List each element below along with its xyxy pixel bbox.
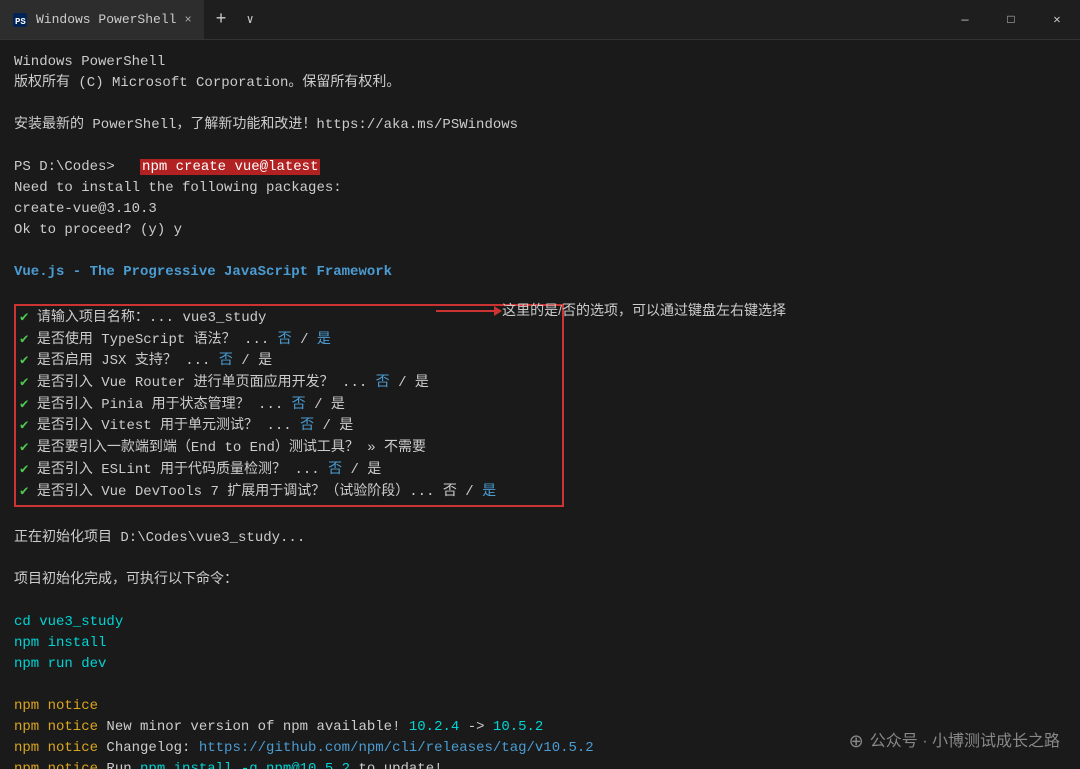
annotation-text: 这里的是/否的选项，可以通过键盘左右键选择	[502, 300, 786, 321]
question-jsx: ✔ 是否启用 JSX 支持？ ... 否 / 是	[20, 351, 558, 373]
output-cmd-run: npm run dev	[14, 654, 1066, 675]
vue-framework-title: Vue.js - The Progressive JavaScript Fram…	[14, 262, 1066, 283]
prompt-line-1: PS D:\Codes> npm create vue@latest	[14, 157, 1066, 178]
tab-title: Windows PowerShell	[36, 12, 176, 27]
terminal-output[interactable]: Windows PowerShell 版权所有 (C) Microsoft Co…	[0, 40, 1080, 769]
question-router: ✔ 是否引入 Vue Router 进行单页面应用开发？ ... 否 / 是	[20, 373, 558, 395]
blank-line-7	[14, 591, 1066, 612]
active-tab[interactable]: PS Windows PowerShell ×	[0, 0, 204, 39]
powershell-window: PS Windows PowerShell × + ∨ — □ ✕ Window…	[0, 0, 1080, 769]
notice-line-4: npm notice Run npm install -g npm@10.5.2…	[14, 759, 1066, 769]
svg-text:PS: PS	[15, 17, 26, 27]
blank-line-3	[14, 241, 1066, 262]
output-cmd-install: npm install	[14, 633, 1066, 654]
new-tab-button[interactable]: +	[204, 10, 239, 30]
blank-line-5	[14, 507, 1066, 528]
question-typescript: ✔ 是否使用 TypeScript 语法？ ... 否 / 是	[20, 330, 558, 352]
question-pinia: ✔ 是否引入 Pinia 用于状态管理？ ... 否 / 是	[20, 395, 558, 417]
output-cmd-cd: cd vue3_study	[14, 612, 1066, 633]
watermark: ⊕ 公众号 · 小博测试成长之路	[849, 728, 1060, 755]
command-1: npm create vue@latest	[140, 159, 320, 175]
output-initializing: 正在初始化项目 D:\Codes\vue3_study...	[14, 528, 1066, 549]
question-vitest: ✔ 是否引入 Vitest 用于单元测试？ ... 否 / 是	[20, 416, 558, 438]
output-done: 项目初始化完成，可执行以下命令：	[14, 570, 1066, 591]
output-line-4: 安装最新的 PowerShell，了解新功能和改进！https://aka.ms…	[14, 115, 1066, 136]
minimize-button[interactable]: —	[942, 0, 988, 39]
output-create-vue-version: create-vue@3.10.3	[14, 199, 1066, 220]
title-bar: PS Windows PowerShell × + ∨ — □ ✕	[0, 0, 1080, 40]
output-need-install: Need to install the following packages:	[14, 178, 1066, 199]
wechat-icon: ⊕	[849, 728, 864, 755]
window-controls: — □ ✕	[942, 0, 1080, 39]
output-line-1: Windows PowerShell	[14, 52, 1066, 73]
blank-line-8	[14, 675, 1066, 696]
output-proceed: Ok to proceed? (y) y	[14, 220, 1066, 241]
annotation-container: 这里的是/否的选项，可以通过键盘左右键选择	[436, 300, 786, 321]
watermark-text: 公众号 · 小博测试成长之路	[870, 730, 1060, 754]
maximize-button[interactable]: □	[988, 0, 1034, 39]
output-line-2: 版权所有 (C) Microsoft Corporation。保留所有权利。	[14, 73, 1066, 94]
question-eslint: ✔ 是否引入 ESLint 用于代码质量检测？ ... 否 / 是	[20, 460, 558, 482]
question-devtools: ✔ 是否引入 Vue DevTools 7 扩展用于调试？（试验阶段）... 否…	[20, 482, 558, 504]
arrow-line	[436, 310, 496, 312]
questions-block: ✔ 请输入项目名称：... vue3_study ✔ 是否使用 TypeScri…	[14, 304, 564, 507]
powershell-icon: PS	[12, 12, 28, 28]
tab-close-button[interactable]: ×	[184, 13, 191, 27]
blank-line-1	[14, 94, 1066, 115]
notice-line-1: npm notice	[14, 696, 1066, 717]
prompt-1: PS D:\Codes>	[14, 159, 115, 175]
question-e2e: ✔ 是否要引入一款端到端（End to End）测试工具？ » 不需要	[20, 438, 558, 460]
blank-line-2	[14, 136, 1066, 157]
blank-line-6	[14, 549, 1066, 570]
tab-dropdown-button[interactable]: ∨	[238, 12, 261, 27]
close-button[interactable]: ✕	[1034, 0, 1080, 39]
